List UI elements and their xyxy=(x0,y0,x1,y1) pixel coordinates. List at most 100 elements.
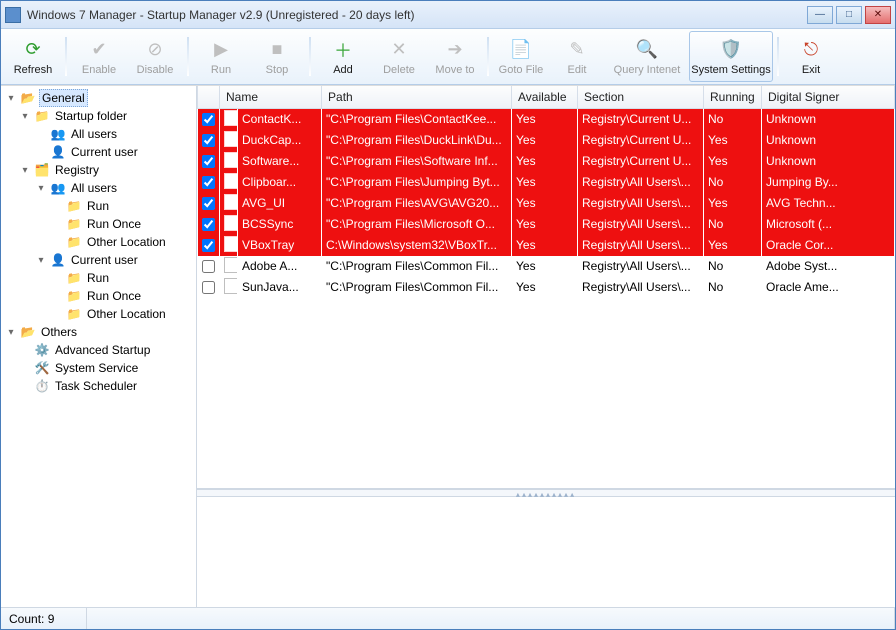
grid-header-row[interactable]: Name Path Available Section Running Digi… xyxy=(198,86,895,108)
service-icon: 🛠️ xyxy=(34,360,50,376)
table-row[interactable]: AVG_UI"C:\Program Files\AVG\AVG20...YesR… xyxy=(198,193,895,214)
table-row[interactable]: BCSSync"C:\Program Files\Microsoft O...Y… xyxy=(198,214,895,235)
delete-button[interactable]: ✕Delete xyxy=(371,31,427,82)
cell-available: Yes xyxy=(512,172,578,193)
cell-available: Yes xyxy=(512,193,578,214)
tree-registry[interactable]: ▾🗂️Registry xyxy=(1,161,196,179)
tree-general[interactable]: ▾📂General xyxy=(1,89,196,107)
table-row[interactable]: VBoxTrayC:\Windows\system32\VBoxTr...Yes… xyxy=(198,235,895,256)
splitter-horizontal[interactable]: ▴▴▴▴▴▴▴▴▴▴ xyxy=(197,489,895,497)
cell-section: Registry\All Users\... xyxy=(578,256,704,277)
cell-section: Registry\All Users\... xyxy=(578,235,704,256)
app-icon xyxy=(224,131,238,147)
row-checkbox[interactable] xyxy=(202,176,215,189)
query-internet-button[interactable]: 🔍Query Intenet xyxy=(605,31,689,82)
tree-startup-folder[interactable]: ▾📁Startup folder xyxy=(1,107,196,125)
table-row[interactable]: DuckCap..."C:\Program Files\DuckLink\Du.… xyxy=(198,130,895,151)
table-row[interactable]: ContactK..."C:\Program Files\ContactKee.… xyxy=(198,108,895,130)
tree-others[interactable]: ▾📂Others xyxy=(1,323,196,341)
cell-path: "C:\Program Files\Jumping Byt... xyxy=(322,172,512,193)
table-row[interactable]: Software..."C:\Program Files\Software In… xyxy=(198,151,895,172)
tree-pane[interactable]: ▾📂General ▾📁Startup folder 👥All users 👤C… xyxy=(1,86,197,607)
grid-wrap[interactable]: Name Path Available Section Running Digi… xyxy=(197,86,895,489)
tree-reg-all-users[interactable]: ▾👥All users xyxy=(1,179,196,197)
block-icon: ⊘ xyxy=(143,38,167,62)
tree-current-user[interactable]: 👤Current user xyxy=(1,143,196,161)
tree-run[interactable]: 📁Run xyxy=(1,197,196,215)
folder-icon: 📁 xyxy=(66,288,82,304)
minimize-button[interactable]: — xyxy=(807,6,833,24)
row-checkbox[interactable] xyxy=(202,260,215,273)
row-checkbox[interactable] xyxy=(202,134,215,147)
tree-run-once[interactable]: 📁Run Once xyxy=(1,215,196,233)
arrow-right-icon: ➔ xyxy=(443,38,467,62)
cell-signer: Oracle Cor... xyxy=(762,235,895,256)
row-checkbox[interactable] xyxy=(202,113,215,126)
table-row[interactable]: Clipboar..."C:\Program Files\Jumping Byt… xyxy=(198,172,895,193)
cell-running: No xyxy=(704,214,762,235)
tree-other-location[interactable]: 📁Other Location xyxy=(1,233,196,251)
gotofile-button[interactable]: 📄Goto File xyxy=(493,31,549,82)
tree-run-once[interactable]: 📁Run Once xyxy=(1,287,196,305)
cell-section: Registry\Current U... xyxy=(578,151,704,172)
table-row[interactable]: Adobe A..."C:\Program Files\Common Fil..… xyxy=(198,256,895,277)
col-section[interactable]: Section xyxy=(578,86,704,108)
row-checkbox[interactable] xyxy=(202,218,215,231)
cell-signer: Unknown xyxy=(762,130,895,151)
disable-button[interactable]: ⊘Disable xyxy=(127,31,183,82)
enable-button[interactable]: ✔Enable xyxy=(71,31,127,82)
row-checkbox[interactable] xyxy=(202,281,215,294)
search-icon: 🔍 xyxy=(635,38,659,62)
cell-section: Registry\All Users\... xyxy=(578,193,704,214)
system-settings-button[interactable]: 🛡️System Settings xyxy=(689,31,773,82)
refresh-button[interactable]: ⟳Refresh xyxy=(5,31,61,82)
tree-reg-current-user[interactable]: ▾👤Current user xyxy=(1,251,196,269)
startup-grid[interactable]: Name Path Available Section Running Digi… xyxy=(197,86,895,298)
folder-icon: 📁 xyxy=(34,108,50,124)
cell-available: Yes xyxy=(512,277,578,298)
row-checkbox[interactable] xyxy=(202,197,215,210)
exit-button[interactable]: ⎋Exit xyxy=(783,31,839,82)
cell-signer: AVG Techn... xyxy=(762,193,895,214)
run-button[interactable]: ▶Run xyxy=(193,31,249,82)
col-name[interactable]: Name xyxy=(220,86,322,108)
folder-icon: 📁 xyxy=(66,216,82,232)
details-pane[interactable] xyxy=(197,497,895,607)
col-available[interactable]: Available xyxy=(512,86,578,108)
row-checkbox[interactable] xyxy=(202,155,215,168)
tree-other-location[interactable]: 📁Other Location xyxy=(1,305,196,323)
maximize-button[interactable]: □ xyxy=(836,6,862,24)
tree-all-users[interactable]: 👥All users xyxy=(1,125,196,143)
cell-path: "C:\Program Files\DuckLink\Du... xyxy=(322,130,512,151)
cell-path: "C:\Program Files\Microsoft O... xyxy=(322,214,512,235)
titlebar[interactable]: Windows 7 Manager - Startup Manager v2.9… xyxy=(1,1,895,29)
tree-run[interactable]: 📁Run xyxy=(1,269,196,287)
edit-button[interactable]: ✎Edit xyxy=(549,31,605,82)
content-area: ▾📂General ▾📁Startup folder 👥All users 👤C… xyxy=(1,85,895,607)
add-button[interactable]: ＋Add xyxy=(315,31,371,82)
moveto-button[interactable]: ➔Move to xyxy=(427,31,483,82)
col-running[interactable]: Running xyxy=(704,86,762,108)
tree-system-service[interactable]: 🛠️System Service xyxy=(1,359,196,377)
edit-icon: ✎ xyxy=(565,38,589,62)
cell-path: C:\Windows\system32\VBoxTr... xyxy=(322,235,512,256)
goto-file-icon: 📄 xyxy=(509,38,533,62)
folder-icon: 📂 xyxy=(20,324,36,340)
tree-task-scheduler[interactable]: ⏱️Task Scheduler xyxy=(1,377,196,395)
cell-running: No xyxy=(704,172,762,193)
app-icon xyxy=(224,278,238,294)
close-button[interactable]: ✕ xyxy=(865,6,891,24)
exit-icon: ⎋ xyxy=(799,38,823,62)
cell-signer: Jumping By... xyxy=(762,172,895,193)
row-checkbox[interactable] xyxy=(202,239,215,252)
clock-icon: ⏱️ xyxy=(34,378,50,394)
col-check[interactable] xyxy=(198,86,220,108)
col-signer[interactable]: Digital Signer xyxy=(762,86,895,108)
tree-advanced-startup[interactable]: ⚙️Advanced Startup xyxy=(1,341,196,359)
table-row[interactable]: SunJava..."C:\Program Files\Common Fil..… xyxy=(198,277,895,298)
folder-icon: 📁 xyxy=(66,306,82,322)
cell-name: VBoxTray xyxy=(238,235,322,256)
col-path[interactable]: Path xyxy=(322,86,512,108)
stop-button[interactable]: ■Stop xyxy=(249,31,305,82)
cell-available: Yes xyxy=(512,235,578,256)
